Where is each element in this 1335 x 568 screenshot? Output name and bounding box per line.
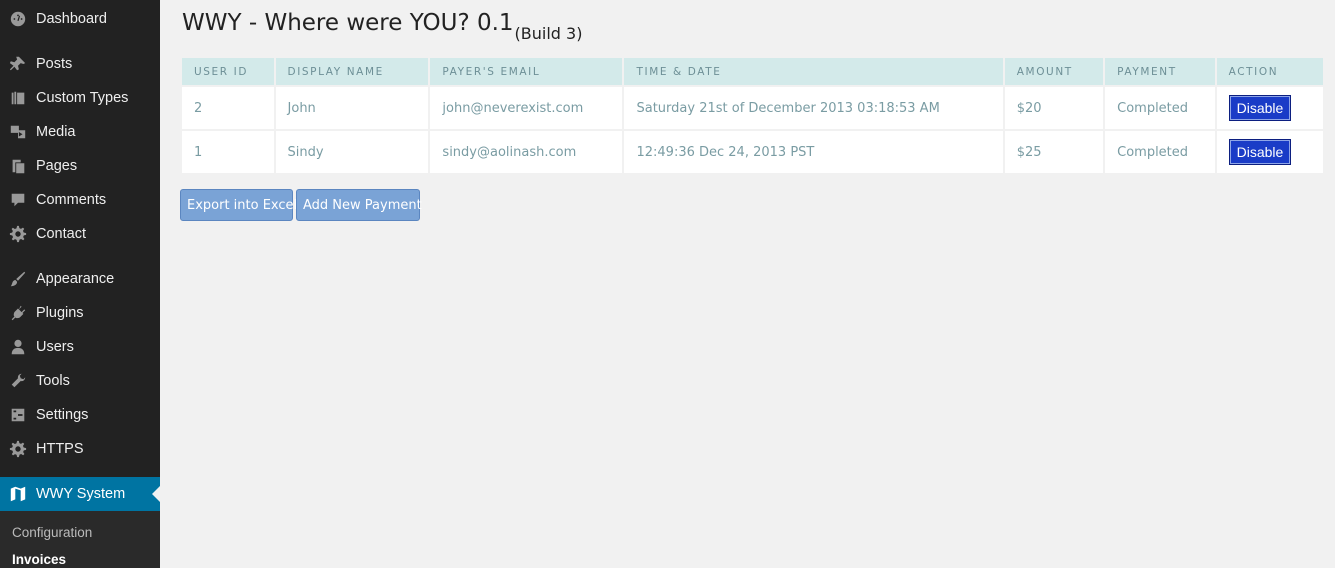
menu-label: Posts — [36, 56, 73, 72]
wrench-icon — [0, 364, 36, 398]
comment-icon — [0, 183, 36, 217]
cell-display-name: Sindy — [275, 131, 429, 173]
column-header-action: ACTION — [1216, 58, 1323, 85]
disable-button[interactable]: Disable — [1228, 95, 1292, 121]
sliders-icon — [0, 398, 36, 432]
add-new-payment-button[interactable]: Add New Payment — [296, 189, 422, 221]
menu-label: Dashboard — [36, 11, 107, 27]
menu-item-contact[interactable]: Contact — [0, 217, 160, 251]
submenu-item-configuration[interactable]: Configuration — [12, 525, 92, 540]
brush-icon — [0, 262, 36, 296]
menu-label: Tools — [36, 373, 70, 389]
menu-item-media[interactable]: Media — [0, 115, 160, 149]
cell-time-date: Saturday 21st of December 2013 03:18:53 … — [624, 87, 1003, 129]
admin-sidebar: Dashboard Posts Custom Types Media Pages… — [0, 0, 160, 568]
table-header-row: USER ID DISPLAY NAME PAYER'S EMAIL TIME … — [182, 58, 1323, 85]
column-header-display-name: DISPLAY NAME — [275, 58, 429, 85]
menu-label: Plugins — [36, 305, 84, 321]
build-label: (Build 3) — [514, 24, 583, 43]
cell-time-date: 12:49:36 Dec 24, 2013 PST — [624, 131, 1003, 173]
cell-payment-status: Completed — [1105, 87, 1215, 129]
submenu-item-invoices[interactable]: Invoices — [12, 552, 66, 567]
wwy-submenu: Configuration Invoices — [0, 511, 160, 568]
menu-label: Comments — [36, 192, 107, 208]
active-indicator — [152, 486, 160, 502]
column-header-amount: AMOUNT — [1004, 58, 1104, 85]
cell-email: john@neverexist.com — [430, 87, 623, 129]
gear-icon — [0, 432, 36, 466]
media-icon — [0, 115, 36, 149]
cell-amount: $25 — [1004, 131, 1104, 173]
cell-display-name: John — [275, 87, 429, 129]
menu-item-appearance[interactable]: Appearance — [0, 262, 160, 296]
page-title: WWY - Where were YOU? 0.1(Build 3) — [182, 10, 582, 43]
cell-user-id: 2 — [182, 87, 274, 129]
menu-item-posts[interactable]: Posts — [0, 47, 160, 81]
menu-label: Contact — [36, 226, 86, 242]
menu-item-wwy-system[interactable]: WWY System — [0, 477, 160, 511]
column-header-user-id: USER ID — [182, 58, 274, 85]
cell-action: Disable — [1216, 87, 1323, 129]
menu-label: Settings — [36, 407, 89, 423]
menu-label: WWY System — [36, 486, 126, 502]
table-row: 2 John john@neverexist.com Saturday 21st… — [182, 87, 1323, 129]
page-title-text: WWY - Where were YOU? 0.1 — [182, 10, 514, 36]
menu-item-dashboard[interactable]: Dashboard — [0, 2, 160, 36]
table-row: 1 Sindy sindy@aolinash.com 12:49:36 Dec … — [182, 131, 1323, 173]
cell-user-id: 1 — [182, 131, 274, 173]
cell-action: Disable — [1216, 131, 1323, 173]
menu-item-https[interactable]: HTTPS — [0, 432, 160, 466]
dashboard-icon — [0, 2, 36, 36]
menu-label: Custom Types — [36, 90, 129, 106]
map-icon — [0, 477, 36, 511]
user-icon — [0, 330, 36, 364]
export-excel-button[interactable]: Export into Excel — [180, 189, 297, 221]
menu-label: Media — [36, 124, 76, 140]
menu-item-settings[interactable]: Settings — [0, 398, 160, 432]
menu-label: Appearance — [36, 271, 115, 287]
plug-icon — [0, 296, 36, 330]
stack-icon — [0, 81, 36, 115]
cell-amount: $20 — [1004, 87, 1104, 129]
disable-button[interactable]: Disable — [1228, 139, 1292, 165]
menu-item-comments[interactable]: Comments — [0, 183, 160, 217]
menu-item-users[interactable]: Users — [0, 330, 160, 364]
menu-label: Users — [36, 339, 74, 355]
column-header-time-date: TIME & DATE — [624, 58, 1003, 85]
cell-payment-status: Completed — [1105, 131, 1215, 173]
menu-item-plugins[interactable]: Plugins — [0, 296, 160, 330]
menu-label: Pages — [36, 158, 78, 174]
cell-email: sindy@aolinash.com — [430, 131, 623, 173]
pages-icon — [0, 149, 36, 183]
menu-item-tools[interactable]: Tools — [0, 364, 160, 398]
pin-icon — [0, 47, 36, 81]
menu-item-custom-types[interactable]: Custom Types — [0, 81, 160, 115]
column-header-payment: PAYMENT — [1105, 58, 1215, 85]
invoices-table: USER ID DISPLAY NAME PAYER'S EMAIL TIME … — [180, 56, 1325, 175]
menu-item-pages[interactable]: Pages — [0, 149, 160, 183]
column-header-payers-email: PAYER'S EMAIL — [430, 58, 623, 85]
gear-icon — [0, 217, 36, 251]
menu-label: HTTPS — [36, 441, 84, 457]
